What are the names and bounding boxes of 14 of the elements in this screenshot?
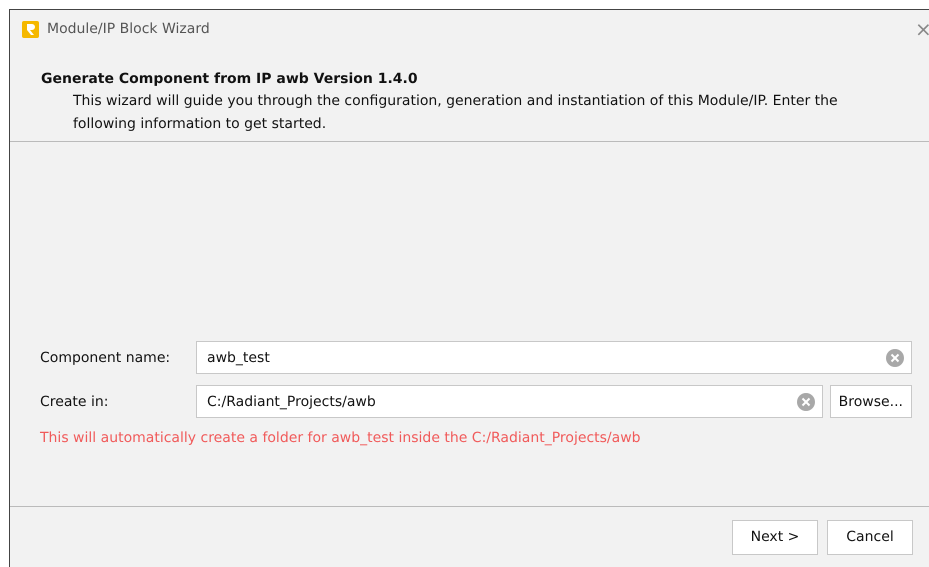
app-logo-icon [22, 20, 39, 38]
dialog-button[interactable]: Next > [732, 520, 818, 554]
field-label: Create in: [40, 394, 110, 410]
window-title: Module/IP Block Wizard [47, 21, 211, 37]
clear-icon[interactable] [796, 392, 815, 410]
wizard-description: This wizard will guide you through the configuration, generation and instantiation of this Module/IP. Enter the following information to get started. [73, 92, 839, 134]
text-field[interactable]: C:/Radiant_Projects/awb [196, 385, 823, 418]
info-message: This will automatically create a folder for awb_test inside the C:/Radiant_Projects/awb [40, 430, 642, 446]
browse-button[interactable]: Browse... [830, 385, 912, 418]
clear-icon[interactable] [886, 348, 904, 366]
wizard-heading: Generate Component from IP awb Version 1.4.0 [41, 71, 419, 87]
field-label: Component name: [40, 350, 172, 366]
text-field[interactable]: awb_test [196, 341, 912, 374]
dialog-button[interactable]: Cancel [827, 520, 913, 554]
